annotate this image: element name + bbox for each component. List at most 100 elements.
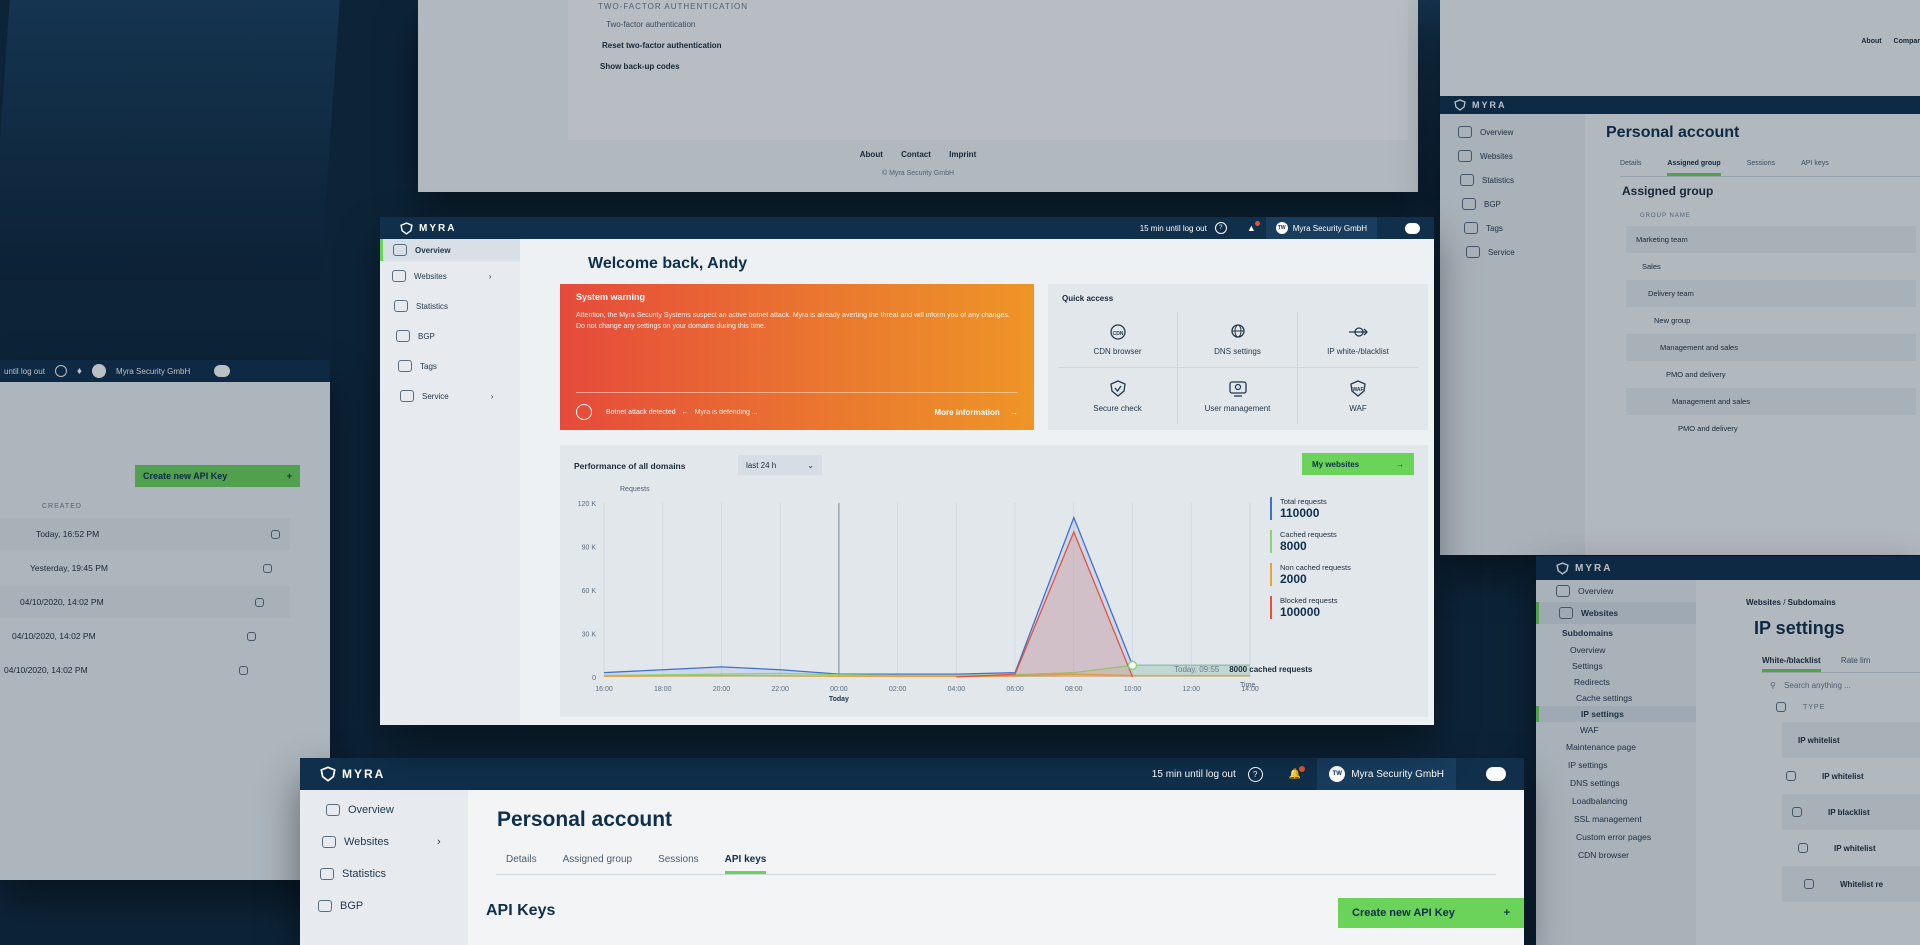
sidebar-item-service[interactable]: Service › <box>380 381 520 411</box>
quick-access-user-management[interactable]: User management <box>1178 368 1298 424</box>
tab-rate-limit[interactable]: Rate lim <box>1841 656 1870 665</box>
show-backup-codes-link[interactable]: Show back-up codes <box>600 62 1378 71</box>
list-item[interactable]: Management and sales <box>1626 334 1916 361</box>
right-footer-contact[interactable]: Compar <box>1894 38 1920 45</box>
sidebar-item-cdn-browser[interactable]: CDN browser <box>1536 846 1696 864</box>
table-row[interactable]: IP whitelist <box>1782 722 1920 758</box>
left-create-api-key-button[interactable]: Create new API Key + <box>135 465 300 487</box>
profile-toggle[interactable] <box>1405 222 1420 234</box>
sidebar-item-bgp[interactable]: BGP <box>1440 192 1585 216</box>
select-all-checkbox[interactable] <box>1776 702 1786 712</box>
type-column-header[interactable]: TYPE <box>1803 704 1825 711</box>
right-top-logo[interactable]: MYRA <box>1454 99 1507 111</box>
sidebar-item-overview[interactable]: Overview <box>1440 120 1585 144</box>
delete-icon[interactable] <box>255 597 264 607</box>
left-help-icon[interactable] <box>54 365 67 377</box>
table-row[interactable]: IP whitelist <box>1782 830 1920 866</box>
tab-sessions[interactable]: Sessions <box>1747 154 1775 176</box>
footer-about-link[interactable]: About <box>860 150 883 159</box>
create-api-key-button[interactable]: Create new API Key + <box>1338 898 1524 928</box>
row-checkbox[interactable] <box>1786 771 1796 781</box>
tab-assigned-group[interactable]: Assigned group <box>1667 154 1721 176</box>
sidebar-item-loadbalancing[interactable]: Loadbalancing <box>1536 792 1696 810</box>
delete-icon[interactable] <box>263 563 272 573</box>
more-information-link[interactable]: More information → <box>934 408 1018 417</box>
sidebar-item-settings[interactable]: Settings <box>1536 658 1696 674</box>
breadcrumb-websites[interactable]: Websites <box>1746 598 1781 607</box>
sidebar-item-bgp[interactable]: BGP <box>380 321 520 351</box>
help-icon[interactable]: ? <box>1214 222 1227 234</box>
my-websites-button[interactable]: My websites → <box>1302 453 1414 475</box>
row-checkbox[interactable] <box>1798 843 1808 853</box>
table-row[interactable]: 04/10/2020, 14:02 PM <box>0 586 290 618</box>
quick-access-dns-settings[interactable]: DNS settings <box>1178 312 1298 368</box>
sidebar-item-overview[interactable]: Overview <box>380 239 520 261</box>
list-item[interactable]: Management and sales <box>1626 388 1916 415</box>
sidebar-item-statistics[interactable]: Statistics <box>380 291 520 321</box>
sidebar-item-dns-settings[interactable]: DNS settings <box>1536 774 1696 792</box>
left-profile-toggle[interactable] <box>214 365 231 377</box>
delete-icon[interactable] <box>271 529 280 539</box>
table-row[interactable]: Today, 16:52 PM <box>0 518 290 550</box>
sidebar-item-subdomains[interactable]: Subdomains <box>1536 624 1696 642</box>
sidebar-item-ssl-management[interactable]: SSL management <box>1536 810 1696 828</box>
right-bottom-logo[interactable]: MYRA <box>1556 561 1612 575</box>
table-row[interactable]: IP blacklist <box>1782 794 1920 830</box>
tab-sessions[interactable]: Sessions <box>658 848 699 874</box>
delete-icon[interactable] <box>247 631 256 641</box>
sidebar-item-statistics[interactable]: Statistics <box>1440 168 1585 192</box>
footer-imprint-link[interactable]: Imprint <box>949 150 976 159</box>
sidebar-item-statistics[interactable]: Statistics <box>300 854 468 886</box>
table-row[interactable]: 04/10/2020, 14:02 PM <box>0 620 290 652</box>
breadcrumb-subdomains[interactable]: Subdomains <box>1788 598 1836 607</box>
row-checkbox[interactable] <box>1804 879 1814 889</box>
bottom-help-icon[interactable]: ? <box>1247 766 1263 782</box>
list-item[interactable]: Sales <box>1626 253 1916 280</box>
list-item[interactable]: New group <box>1626 307 1916 334</box>
left-avatar[interactable] <box>92 364 107 378</box>
sidebar-item-overview[interactable]: Overview <box>300 798 468 822</box>
bottom-account[interactable]: TW Myra Security GmbH <box>1317 758 1456 790</box>
list-item[interactable]: PMO and delivery <box>1626 361 1916 388</box>
right-footer-about[interactable]: About <box>1861 38 1881 45</box>
tab-white-blacklist[interactable]: White-/blacklist <box>1762 656 1821 672</box>
account-menu[interactable]: TW Myra Security GmbH <box>1265 217 1377 239</box>
legend-item-blocked[interactable]: Blocked requests 100000 <box>1270 596 1420 619</box>
left-account-name[interactable]: Myra Security GmbH <box>116 367 190 376</box>
list-item[interactable]: Delivery team <box>1626 280 1916 307</box>
legend-item-cached[interactable]: Cached requests 8000 <box>1270 530 1420 553</box>
legend-item-total[interactable]: Total requests 110000 <box>1270 497 1420 520</box>
sidebar-item-sub-overview[interactable]: Overview <box>1536 642 1696 658</box>
footer-contact-link[interactable]: Contact <box>901 150 931 159</box>
main-logo[interactable]: MYRA <box>400 221 456 235</box>
quick-access-cdn-browser[interactable]: CDN CDN browser <box>1058 312 1178 368</box>
sidebar-item-websites[interactable]: Websites › <box>380 261 520 291</box>
quick-access-secure-check[interactable]: Secure check <box>1058 368 1178 424</box>
sidebar-item-maintenance[interactable]: Maintenance page <box>1536 738 1696 756</box>
sidebar-item-ip-settings[interactable]: IP settings <box>1536 756 1696 774</box>
table-row[interactable]: IP whitelist <box>1782 758 1920 794</box>
quick-access-ip-list[interactable]: IP white-/blacklist <box>1298 312 1418 368</box>
sidebar-item-ip-settings-active[interactable]: IP settings <box>1536 706 1696 722</box>
tab-details[interactable]: Details <box>1620 154 1641 176</box>
sidebar-item-websites[interactable]: Websites › <box>300 822 468 854</box>
group-name-column[interactable]: GROUP NAME <box>1640 213 1691 219</box>
table-row[interactable]: 04/10/2020, 14:02 PM <box>0 654 290 686</box>
sidebar-item-waf[interactable]: WAF <box>1536 722 1696 738</box>
sidebar-item-redirects[interactable]: Redirects <box>1536 674 1696 690</box>
table-row[interactable]: Yesterday, 19:45 PM <box>0 552 290 584</box>
sidebar-item-tags[interactable]: Tags <box>1440 216 1585 240</box>
notifications-bell-icon[interactable]: ▲ <box>1247 221 1260 233</box>
reset-two-factor-link[interactable]: Reset two-factor authentication <box>602 41 1378 50</box>
sidebar-item-bgp[interactable]: BGP <box>300 886 468 918</box>
bottom-logo[interactable]: MYRA <box>320 766 385 782</box>
quick-access-waf[interactable]: WAF WAF <box>1298 368 1418 424</box>
sidebar-item-websites[interactable]: Websites <box>1440 144 1585 168</box>
delete-icon[interactable] <box>239 665 248 675</box>
tab-api-keys[interactable]: API keys <box>724 848 767 874</box>
sidebar-item-service[interactable]: Service <box>1440 240 1585 264</box>
sidebar-item-overview[interactable]: Overview <box>1536 580 1696 602</box>
sidebar-item-cache-settings[interactable]: Cache settings <box>1536 690 1696 706</box>
tab-details[interactable]: Details <box>506 848 537 874</box>
row-checkbox[interactable] <box>1792 807 1802 817</box>
